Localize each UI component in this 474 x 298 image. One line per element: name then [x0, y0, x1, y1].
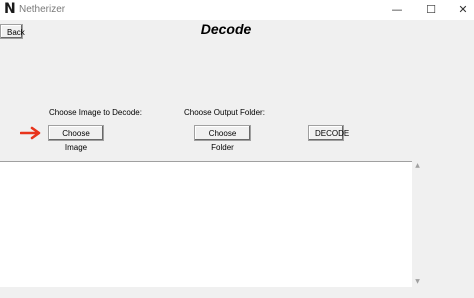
choose-image-button[interactable]: Choose Image — [48, 125, 104, 152]
decode-button[interactable]: DECODE — [308, 125, 349, 141]
title-bar: N Netherizer — ☐ ✕ — [0, 0, 474, 20]
scroll-up-icon[interactable]: ▲ — [412, 161, 423, 171]
output-text-area[interactable] — [0, 161, 412, 287]
window-title: Netherizer — [19, 4, 66, 15]
scroll-down-icon[interactable]: ▼ — [412, 277, 423, 287]
maximize-button[interactable]: ☐ — [424, 3, 438, 16]
app-logo-icon: N — [4, 1, 16, 17]
choose-folder-button[interactable]: Choose Folder — [194, 125, 251, 152]
back-button[interactable]: Back — [0, 24, 25, 39]
choose-output-folder-label: Choose Output Folder: — [184, 108, 265, 117]
page-title: Decode — [200, 21, 252, 37]
choose-image-label: Choose Image to Decode: — [49, 108, 142, 117]
close-button[interactable]: ✕ — [456, 3, 470, 16]
vertical-scrollbar[interactable]: ▲ ▼ — [412, 161, 423, 287]
red-arrow-icon — [20, 126, 41, 140]
arrow-path — [20, 126, 41, 140]
minimize-button[interactable]: — — [390, 3, 404, 16]
